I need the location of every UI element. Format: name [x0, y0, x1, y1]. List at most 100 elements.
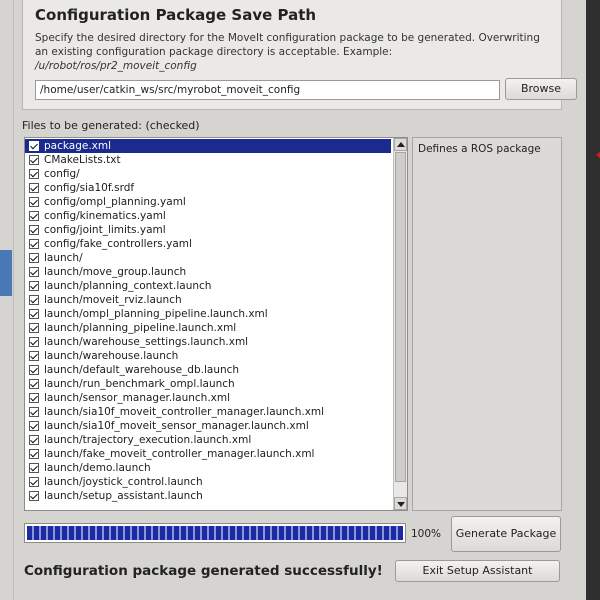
- progress-bar: [24, 523, 406, 543]
- file-name-label: launch/warehouse.launch: [44, 350, 179, 362]
- checkbox-checked-icon[interactable]: [29, 435, 39, 445]
- file-list-item[interactable]: launch/sia10f_moveit_controller_manager.…: [25, 405, 391, 419]
- browse-button[interactable]: Browse: [505, 78, 577, 100]
- file-list-item[interactable]: launch/: [25, 251, 391, 265]
- file-list-item[interactable]: config/ompl_planning.yaml: [25, 195, 391, 209]
- progress-fill: [27, 526, 403, 540]
- files-label: Files to be generated: (checked): [22, 119, 200, 132]
- file-list-item[interactable]: package.xml: [25, 139, 391, 153]
- file-name-label: launch/sia10f_moveit_sensor_manager.laun…: [44, 420, 309, 432]
- checkbox-checked-icon[interactable]: [29, 393, 39, 403]
- checkbox-checked-icon[interactable]: [29, 477, 39, 487]
- scrollbar-thumb[interactable]: [395, 152, 406, 482]
- checkbox-checked-icon[interactable]: [29, 379, 39, 389]
- checkbox-checked-icon[interactable]: [29, 253, 39, 263]
- checkbox-checked-icon[interactable]: [29, 141, 39, 151]
- checkbox-checked-icon[interactable]: [29, 183, 39, 193]
- checkbox-checked-icon[interactable]: [29, 491, 39, 501]
- file-name-label: launch/run_benchmark_ompl.launch: [44, 378, 235, 390]
- file-name-label: launch/demo.launch: [44, 462, 151, 474]
- file-list-item[interactable]: config/kinematics.yaml: [25, 209, 391, 223]
- file-list-item[interactable]: config/fake_controllers.yaml: [25, 237, 391, 251]
- checkbox-checked-icon[interactable]: [29, 463, 39, 473]
- save-path-example: /u/robot/ros/pr2_moveit_config: [35, 60, 197, 72]
- checkbox-checked-icon[interactable]: [29, 351, 39, 361]
- exit-setup-assistant-button[interactable]: Exit Setup Assistant: [395, 560, 560, 582]
- checkbox-checked-icon[interactable]: [29, 239, 39, 249]
- file-list-item[interactable]: launch/trajectory_execution.launch.xml: [25, 433, 391, 447]
- file-list-item[interactable]: launch/warehouse.launch: [25, 349, 391, 363]
- save-path-description-text: Specify the desired directory for the Mo…: [35, 32, 540, 58]
- save-path-description: Specify the desired directory for the Mo…: [35, 31, 550, 73]
- save-path-title: Configuration Package Save Path: [35, 6, 317, 24]
- file-list-item[interactable]: launch/ompl_planning_pipeline.launch.xml: [25, 307, 391, 321]
- checkbox-checked-icon[interactable]: [29, 365, 39, 375]
- right-window-edge: [586, 0, 600, 600]
- checkbox-checked-icon[interactable]: [29, 421, 39, 431]
- file-name-label: launch/: [44, 252, 83, 264]
- file-list-item[interactable]: launch/fake_moveit_controller_manager.la…: [25, 447, 391, 461]
- checkbox-checked-icon[interactable]: [29, 281, 39, 291]
- file-name-label: config/fake_controllers.yaml: [44, 238, 192, 250]
- file-description-panel: Defines a ROS package: [412, 137, 562, 511]
- file-list-item[interactable]: launch/planning_context.launch: [25, 279, 391, 293]
- file-list-item[interactable]: launch/warehouse_settings.launch.xml: [25, 335, 391, 349]
- left-window-edge: [0, 0, 14, 600]
- file-name-label: launch/moveit_rviz.launch: [44, 294, 182, 306]
- checkbox-checked-icon[interactable]: [29, 169, 39, 179]
- file-list-item[interactable]: launch/run_benchmark_ompl.launch: [25, 377, 391, 391]
- file-name-label: launch/sia10f_moveit_controller_manager.…: [44, 406, 325, 418]
- file-list-item[interactable]: launch/sensor_manager.launch.xml: [25, 391, 391, 405]
- checkbox-checked-icon[interactable]: [29, 295, 39, 305]
- file-name-label: launch/setup_assistant.launch: [44, 490, 203, 502]
- file-name-label: config/joint_limits.yaml: [44, 224, 166, 236]
- file-name-label: package.xml: [44, 140, 112, 152]
- file-list[interactable]: package.xml CMakeLists.txt config/config/s…: [24, 137, 408, 511]
- checkbox-checked-icon[interactable]: [29, 309, 39, 319]
- file-name-label: CMakeLists.txt: [44, 154, 121, 166]
- file-name-label: launch/move_group.launch: [44, 266, 187, 278]
- file-name-label: launch/planning_context.launch: [44, 280, 212, 292]
- file-name-label: launch/joystick_control.launch: [44, 476, 203, 488]
- scroll-down-icon[interactable]: [394, 497, 407, 510]
- file-name-label: launch/warehouse_settings.launch.xml: [44, 336, 249, 348]
- checkbox-checked-icon[interactable]: [29, 197, 39, 207]
- file-name-label: launch/sensor_manager.launch.xml: [44, 392, 231, 404]
- file-list-item[interactable]: launch/setup_assistant.launch: [25, 489, 391, 503]
- progress-percent: 100%: [411, 528, 442, 540]
- file-list-item[interactable]: config/sia10f.srdf: [25, 181, 391, 195]
- file-list-item[interactable]: launch/default_warehouse_db.launch: [25, 363, 391, 377]
- left-accent-strip: [0, 250, 12, 296]
- save-path-input[interactable]: /home/user/catkin_ws/src/myrobot_moveit_…: [35, 80, 500, 100]
- checkbox-checked-icon[interactable]: [29, 449, 39, 459]
- file-name-label: launch/planning_pipeline.launch.xml: [44, 322, 237, 334]
- checkbox-checked-icon[interactable]: [29, 211, 39, 221]
- file-name-label: launch/default_warehouse_db.launch: [44, 364, 240, 376]
- file-list-item[interactable]: launch/moveit_rviz.launch: [25, 293, 391, 307]
- file-list-scrollbar[interactable]: [393, 138, 407, 510]
- file-list-item[interactable]: launch/planning_pipeline.launch.xml: [25, 321, 391, 335]
- checkbox-checked-icon[interactable]: [29, 225, 39, 235]
- file-list-item[interactable]: launch/joystick_control.launch: [25, 475, 391, 489]
- file-name-label: config/sia10f.srdf: [44, 182, 135, 194]
- checkbox-checked-icon[interactable]: [29, 407, 39, 417]
- file-list-item[interactable]: CMakeLists.txt: [25, 153, 391, 167]
- generate-package-button[interactable]: Generate Package: [451, 516, 561, 552]
- file-description-text: Defines a ROS package: [418, 143, 541, 155]
- checkbox-checked-icon[interactable]: [29, 155, 39, 165]
- file-name-label: config/ompl_planning.yaml: [44, 196, 186, 208]
- file-list-item[interactable]: launch/move_group.launch: [25, 265, 391, 279]
- checkbox-checked-icon[interactable]: [29, 323, 39, 333]
- file-list-item[interactable]: config/: [25, 167, 391, 181]
- file-name-label: launch/ompl_planning_pipeline.launch.xml: [44, 308, 268, 320]
- file-name-label: config/: [44, 168, 80, 180]
- file-list-item[interactable]: launch/sia10f_moveit_sensor_manager.laun…: [25, 419, 391, 433]
- file-name-label: config/kinematics.yaml: [44, 210, 166, 222]
- checkbox-checked-icon[interactable]: [29, 267, 39, 277]
- save-path-group: Configuration Package Save Path Specify …: [22, 0, 577, 110]
- file-list-item[interactable]: config/joint_limits.yaml: [25, 223, 391, 237]
- scroll-up-icon[interactable]: [394, 138, 407, 151]
- status-message: Configuration package generated successf…: [24, 563, 383, 579]
- checkbox-checked-icon[interactable]: [29, 337, 39, 347]
- file-list-item[interactable]: launch/demo.launch: [25, 461, 391, 475]
